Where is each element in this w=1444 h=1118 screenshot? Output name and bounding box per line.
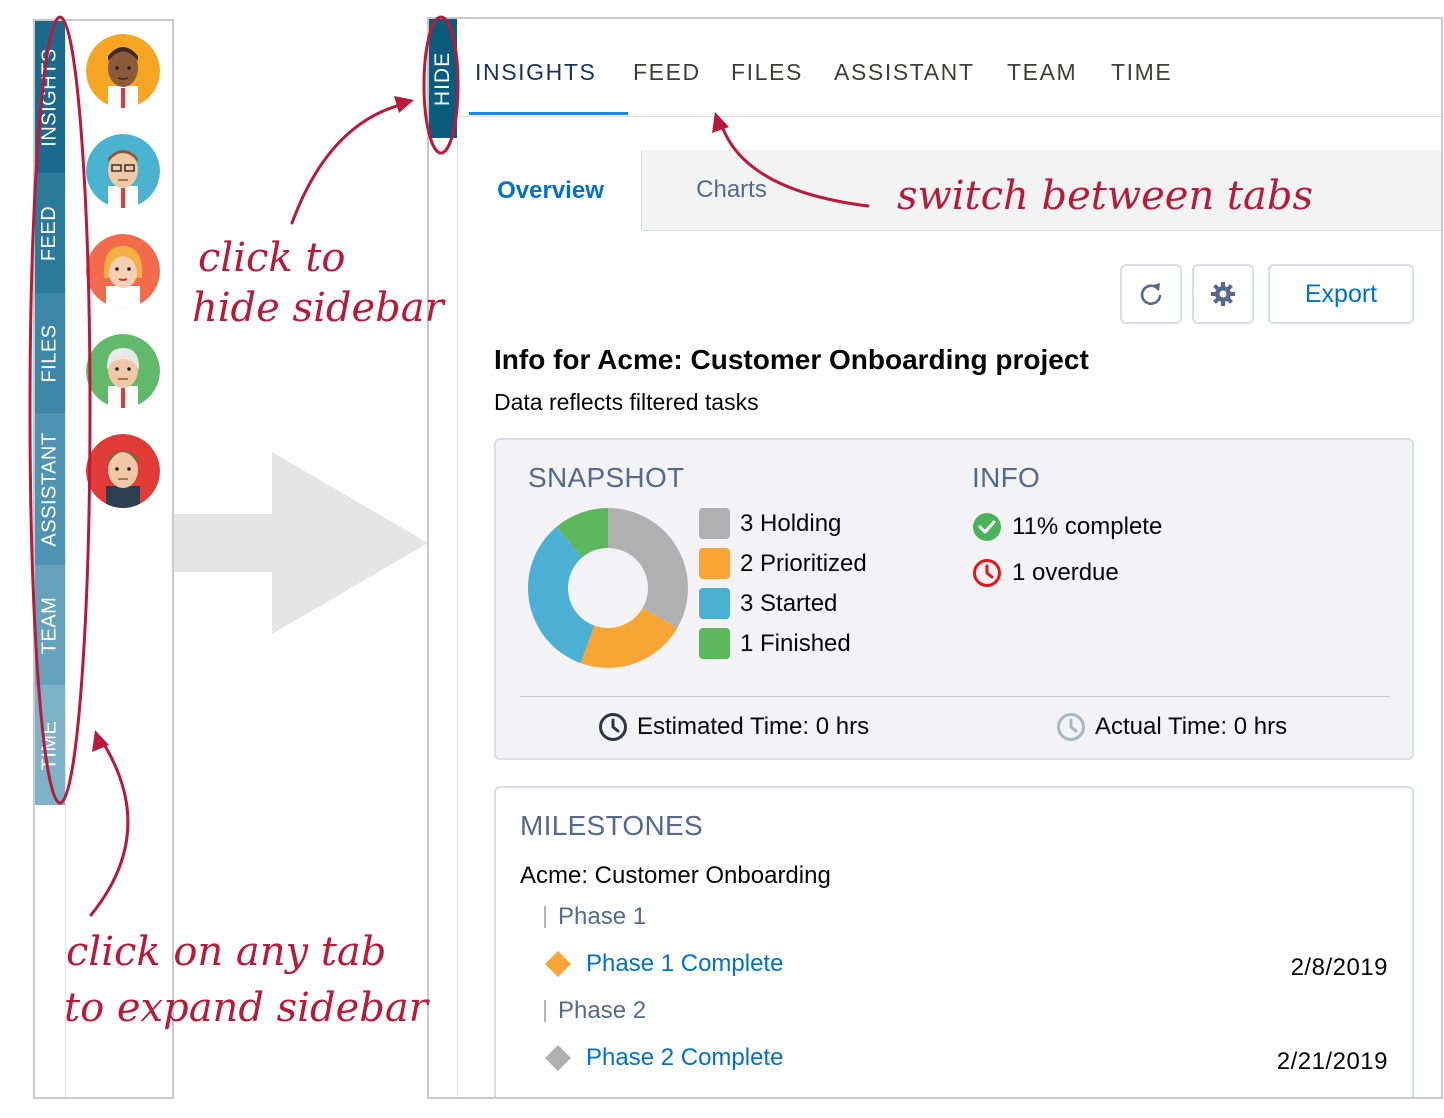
settings-button[interactable] <box>1192 264 1254 324</box>
legend-label: 3 Started <box>740 589 838 617</box>
avatar-image <box>86 34 160 108</box>
active-tab-indicator <box>469 112 628 115</box>
overdue-clock-icon <box>973 559 1001 587</box>
sidebar-tab-label: FILES <box>38 323 61 383</box>
clock-icon <box>599 713 627 741</box>
annotation-hide-line2: hide sidebar <box>192 285 444 331</box>
avatar-image <box>86 234 160 308</box>
milestones-project: Acme: Customer Onboarding <box>520 862 831 889</box>
refresh-button[interactable] <box>1120 264 1182 324</box>
legend-item: 3 Holding <box>699 508 841 539</box>
legend-swatch <box>699 508 730 539</box>
milestone-link[interactable]: Phase 1 Complete <box>586 950 783 978</box>
annotation-switch-tabs: switch between tabs <box>897 173 1313 219</box>
clock-icon <box>1057 713 1085 741</box>
info-heading: INFO <box>972 462 1041 493</box>
legend-label: 1 Finished <box>740 629 851 657</box>
actual-time-text: Actual Time: 0 hrs <box>1095 713 1288 740</box>
export-button[interactable]: Export <box>1268 264 1414 324</box>
milestone-link[interactable]: Phase 2 Complete <box>586 1044 783 1072</box>
legend-item: 3 Started <box>699 588 837 619</box>
sidebar-tab-files[interactable]: FILES <box>35 293 65 413</box>
success-check-icon <box>973 513 1001 541</box>
sidebar-tab-assistant[interactable]: ASSISTANT <box>35 413 65 565</box>
subtab-overview[interactable]: Overview <box>460 150 642 231</box>
avatar-image <box>86 434 160 508</box>
legend-label: 2 Prioritized <box>740 549 867 577</box>
tab-team[interactable]: TEAM <box>1007 59 1077 86</box>
avatar-image <box>86 134 160 208</box>
transition-arrow <box>174 452 428 634</box>
hide-tab-strip <box>457 138 458 1097</box>
annotation-arrow-hide <box>290 101 410 225</box>
sidebar-tab-insights[interactable]: INSIGHTS <box>35 21 65 173</box>
legend-swatch <box>699 628 730 659</box>
hide-tab-label: HIDE <box>431 51 454 106</box>
legend-label: 3 Holding <box>740 509 842 537</box>
legend-swatch <box>699 588 730 619</box>
snapshot-heading: SNAPSHOT <box>528 462 685 493</box>
info-overdue-text: 1 overdue <box>1012 559 1119 586</box>
milestones-card: MILESTONES Acme: Customer Onboarding Pha… <box>494 786 1414 1097</box>
hide-sidebar-tab[interactable]: HIDE <box>429 19 457 138</box>
avatar-image <box>86 334 160 408</box>
sidebar-tab-feed[interactable]: FEED <box>35 173 65 293</box>
tab-files[interactable]: FILES <box>731 59 803 86</box>
phase-label: Phase 2 <box>544 999 646 1023</box>
legend-item: 1 Finished <box>699 628 851 659</box>
sidebar-tab-time[interactable]: TIME <box>35 685 65 805</box>
gear-icon <box>1211 282 1235 306</box>
info-complete-text: 11% complete <box>1012 513 1163 540</box>
sidebar-tab-label: FEED <box>38 205 61 261</box>
estimated-time-text: Estimated Time: 0 hrs <box>637 713 870 740</box>
avatar[interactable] <box>86 134 160 208</box>
annotation-expand-line2: to expand sidebar <box>64 985 428 1031</box>
donut-slice-holding <box>608 508 688 628</box>
page-title: Info for Acme: Customer Onboarding proje… <box>494 344 1089 375</box>
avatar[interactable] <box>86 234 160 308</box>
estimated-time: Estimated Time: 0 hrs <box>598 712 869 742</box>
sidebar-tab-label: TEAM <box>38 596 61 654</box>
sidebar-tab-team[interactable]: TEAM <box>35 565 65 685</box>
annotation-hide-line1: click to <box>198 235 346 281</box>
milestone-diamond-icon <box>545 1045 571 1071</box>
tab-assistant[interactable]: ASSISTANT <box>834 59 975 86</box>
milestone-date: 2/8/2019 <box>1290 954 1388 981</box>
subtab-charts[interactable]: Charts <box>641 150 822 230</box>
top-tab-bar: INSIGHTS FEED FILES ASSISTANT TEAM TIME <box>457 19 1441 117</box>
phase-label: Phase 1 <box>544 905 646 929</box>
milestones-heading: MILESTONES <box>520 810 703 841</box>
avatar[interactable] <box>86 334 160 408</box>
snapshot-card: SNAPSHOT 3 Holding 2 Prioritized 3 Start… <box>494 438 1414 760</box>
legend-item: 2 Prioritized <box>699 548 867 579</box>
info-complete: 11% complete <box>972 512 1162 542</box>
milestone-diamond-icon <box>545 951 571 977</box>
refresh-icon <box>1140 283 1162 306</box>
avatar[interactable] <box>86 434 160 508</box>
collapsed-sidebar-tabs: INSIGHTS FEED FILES ASSISTANT TEAM TIME <box>35 21 65 805</box>
milestone-date: 2/21/2019 <box>1276 1048 1388 1075</box>
actual-time: Actual Time: 0 hrs <box>1056 712 1287 742</box>
tab-feed[interactable]: FEED <box>633 59 701 86</box>
card-divider <box>520 696 1390 697</box>
sidebar-tab-label: TIME <box>38 720 61 770</box>
tab-time[interactable]: TIME <box>1111 59 1172 86</box>
legend-swatch <box>699 548 730 579</box>
info-overdue: 1 overdue <box>972 558 1119 588</box>
sidebar-tab-label: ASSISTANT <box>38 431 61 547</box>
annotation-expand-line1: click on any tab <box>66 929 387 975</box>
tab-insights[interactable]: INSIGHTS <box>475 59 596 86</box>
avatar[interactable] <box>86 34 160 108</box>
sidebar-tab-label: INSIGHTS <box>38 47 61 147</box>
page-subtitle: Data reflects filtered tasks <box>494 389 759 415</box>
snapshot-donut-chart <box>528 508 688 668</box>
